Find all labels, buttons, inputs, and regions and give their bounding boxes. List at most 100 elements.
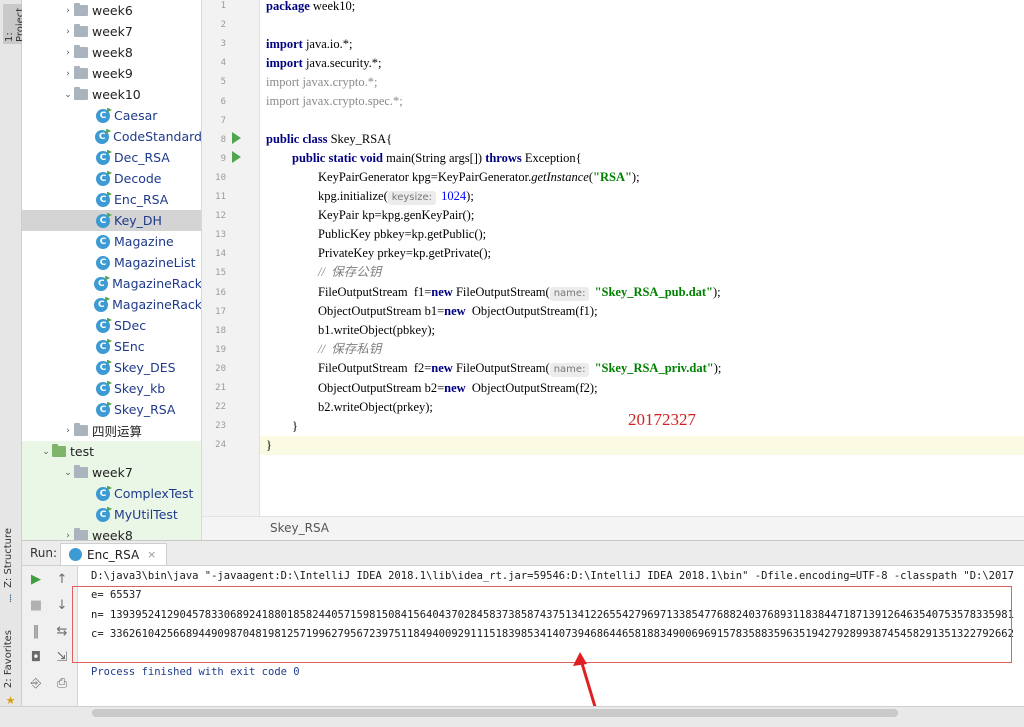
code-line-8: public class Skey_RSA{ [266,132,393,146]
code-line-11: kpg.initialize(keysize: 1024); [318,189,474,205]
pause-icon[interactable]: ‖ [28,624,44,640]
tree-item[interactable]: › 四则运算 [22,420,201,441]
folder-icon [74,66,88,79]
soft-wrap-icon[interactable]: ⇆ [54,624,70,640]
expand-arrow-icon[interactable]: › [62,48,74,58]
run-main-icon[interactable] [232,151,241,163]
expand-arrow-icon[interactable]: ⌄ [40,447,52,457]
run-toolbar: ▶ ↑ ■ ↓ ‖ ⇆ ◘ ⇲ ⎆ ⎙ » [22,566,78,727]
line-number: 13 [215,230,226,241]
tree-item[interactable]: C Skey_RSA [22,399,201,420]
rerun-icon[interactable]: ▶ [28,572,44,588]
tree-item-label: Dec_RSA [114,150,170,165]
line-number: 19 [215,344,226,355]
tree-item[interactable]: C MyUtilTest [22,504,201,525]
tree-item[interactable]: C Key_DH [22,210,201,231]
code-line-24: } [260,436,1024,455]
tree-item[interactable]: C Skey_DES [22,357,201,378]
tree-item[interactable]: › week7 [22,21,201,42]
tree-item[interactable]: › week8 [22,42,201,63]
tree-item-label: week6 [92,3,133,18]
folder-icon [74,3,88,16]
tree-item[interactable]: › week8 [22,525,201,541]
tree-item-label: Skey_kb [114,381,166,396]
class-icon: C [95,129,110,144]
line-number: 18 [215,325,226,336]
expand-arrow-icon[interactable]: › [62,6,74,16]
line-number: 5 [220,77,226,88]
tree-item[interactable]: C Magazine [22,231,201,252]
code-line-14: PrivateKey prkey=kp.getPrivate(); [318,246,491,260]
tree-item-label: Skey_RSA [114,402,176,417]
line-number: 2 [220,20,226,31]
structure-tool-tab[interactable]: Z: Structure [3,528,14,588]
code-line-1: package week10; [266,0,356,13]
folder-icon [74,24,88,37]
console-line: D:\java3\bin\java "-javaagent:D:\Intelli… [91,570,1014,582]
tree-item-label: 四则运算 [92,424,143,439]
tree-item[interactable]: C Decode [22,168,201,189]
expand-arrow-icon[interactable]: › [62,27,74,37]
tree-item[interactable]: C Caesar [22,105,201,126]
tree-item-label: Skey_DES [114,360,176,375]
tree-item[interactable]: › week6 [22,0,201,21]
tree-item[interactable]: C SDec [22,315,201,336]
tree-item-label: SEnc [114,339,145,354]
run-class-icon[interactable] [232,132,241,144]
scroll-to-end-icon[interactable]: ⇲ [54,650,70,666]
tree-item[interactable]: C ComplexTest [22,483,201,504]
tree-item[interactable]: C MagazineRack [22,273,201,294]
breadcrumb[interactable]: Skey_RSA [270,521,329,535]
horizontal-scrollbar[interactable] [92,709,898,717]
tree-item-label: Caesar [114,108,158,123]
code-line-13: PublicKey pbkey=kp.getPublic(); [318,227,487,241]
tree-item[interactable]: C Dec_RSA [22,147,201,168]
highlight-box [72,586,1012,663]
line-number: 16 [215,287,226,298]
scroll-up-icon[interactable]: ↑ [54,572,70,588]
expand-arrow-icon[interactable]: › [62,531,74,541]
line-number: 8 [220,134,226,145]
expand-arrow-icon[interactable]: › [62,426,74,436]
class-icon: C [96,507,110,522]
tree-item[interactable]: C SEnc [22,336,201,357]
exit-icon[interactable]: ⎆ [28,676,44,692]
close-icon[interactable]: × [147,548,156,561]
class-icon: C [96,255,110,270]
expand-arrow-icon[interactable]: › [62,69,74,79]
class-icon: C [96,192,110,207]
tree-item-label: Enc_RSA [114,192,169,207]
stop-icon[interactable]: ■ [28,598,44,614]
line-number: 1 [220,1,226,11]
run-tab-enc-rsa[interactable]: Enc_RSA × [60,543,168,565]
tree-item[interactable]: C CodeStandard [22,126,201,147]
tree-item[interactable]: C MagazineList [22,252,201,273]
class-icon: C [96,234,110,249]
class-icon: C [96,402,110,417]
camera-icon[interactable]: ◘ [28,650,44,666]
tree-item[interactable]: C Enc_RSA [22,189,201,210]
line-number: 12 [215,211,226,222]
expand-arrow-icon[interactable]: ⌄ [62,90,74,100]
print-icon[interactable]: ⎙ [54,676,70,692]
scroll-down-icon[interactable]: ↓ [54,598,70,614]
tree-item[interactable]: ⌄ test [22,441,201,462]
code-line-6: import javax.crypto.spec.*; [266,94,403,108]
tree-item[interactable]: C MagazineRack [22,294,201,315]
code-editor[interactable]: package week10; import java.io.*; import… [260,0,1024,516]
expand-arrow-icon[interactable]: ⌄ [62,468,74,478]
tree-item[interactable]: C Skey_kb [22,378,201,399]
line-number: 24 [215,440,226,451]
tree-item[interactable]: ⌄ week10 [22,84,201,105]
code-line-5: import javax.crypto.*; [266,75,378,89]
code-line-23: } [292,419,298,433]
tree-item-label: SDec [114,318,147,333]
tree-item[interactable]: ⌄ week7 [22,462,201,483]
tree-item-label: Magazine [114,234,174,249]
folder-icon [74,87,88,100]
run-panel-header: Run: Enc_RSA × [22,540,1024,566]
student-id-watermark: 20172327 [628,410,696,429]
tree-item[interactable]: › week9 [22,63,201,84]
class-icon: C [94,276,109,291]
favorites-tool-tab[interactable]: 2: Favorites [3,630,14,688]
